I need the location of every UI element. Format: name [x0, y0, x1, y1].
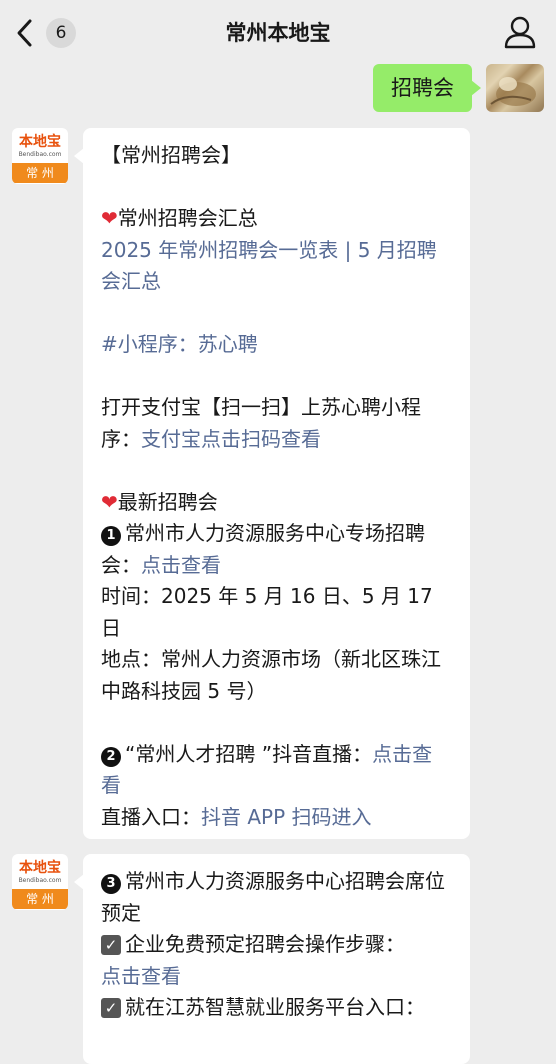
check1-text: 企业免费预定招聘会操作步骤： — [125, 932, 405, 956]
brand-logo-text: 本地宝 — [19, 134, 61, 150]
chat-header: 6 常州本地宝 — [0, 0, 556, 66]
brand-city-label: 常 州 — [12, 163, 68, 183]
message-bubble: 【常州招聘会】 ❤常州招聘会汇总 2025 年常州招聘会一览表 | 5 月招聘会… — [74, 128, 470, 839]
received-message-row: 本地宝 Bendibao.com 常 州 3 常州市人力资源服务中心招聘会席位预定… — [12, 854, 470, 1064]
alipay-link[interactable]: 支付宝点击扫码查看 — [141, 427, 321, 451]
number-two-icon: 2 — [101, 746, 121, 767]
item1-place: 地点：常州人力资源市场（新北区珠江中路科技园 5 号） — [101, 647, 441, 703]
brand-logo-text: 本地宝 — [19, 860, 61, 876]
heart-icon: ❤ — [101, 206, 118, 230]
latest-title: 最新招聘会 — [117, 489, 218, 514]
received-message-row: 本地宝 Bendibao.com 常 州 【常州招聘会】 ❤常州招聘会汇总 20… — [12, 128, 470, 839]
my-avatar[interactable] — [486, 64, 544, 112]
checkbox-icon: ✓ — [101, 998, 121, 1018]
item1-time: 时间：2025 年 5 月 16 日、5 月 17 日 — [101, 584, 433, 640]
message-heading: 【常州招聘会】 — [101, 143, 241, 167]
sent-message-row: 招聘会 — [373, 64, 544, 112]
account-avatar[interactable]: 本地宝 Bendibao.com 常 州 — [12, 128, 68, 184]
check2-text: 就在江苏智慧就业服务平台入口： — [125, 995, 425, 1019]
account-avatar[interactable]: 本地宝 Bendibao.com 常 州 — [12, 854, 68, 910]
brand-logo-subtext: Bendibao.com — [18, 877, 62, 884]
message-bubble: 3 常州市人力资源服务中心招聘会席位预定 ✓ 企业免费预定招聘会操作步骤： 点击查看… — [74, 854, 470, 1064]
item2-entry-link[interactable]: 抖音 APP 扫码进入 — [201, 805, 372, 829]
sent-message-bubble[interactable]: 招聘会 — [373, 64, 481, 112]
brand-city-label: 常 州 — [12, 889, 68, 909]
mini-program-link[interactable]: #小程序：苏心聘 — [101, 332, 258, 356]
item3-text: 常州市人力资源服务中心招聘会席位预定 — [101, 869, 445, 925]
chat-title: 常州本地宝 — [225, 21, 331, 45]
checkbox-icon: ✓ — [101, 935, 121, 955]
item2-text: “常州人才招聘 ”抖音直播： — [125, 741, 373, 766]
item2-entry-label: 直播入口： — [101, 804, 201, 829]
check1-link[interactable]: 点击查看 — [101, 964, 181, 988]
heart-icon: ❤ — [101, 489, 118, 514]
avatar-image-icon — [490, 77, 536, 106]
summary-title: 常州招聘会汇总 — [117, 206, 258, 230]
profile-icon[interactable] — [504, 15, 536, 49]
summary-link[interactable]: 2025 年常州招聘会一览表 | 5 月招聘会汇总 — [101, 238, 437, 294]
brand-logo-subtext: Bendibao.com — [18, 151, 62, 158]
number-three-icon: 3 — [101, 874, 121, 894]
number-one-icon: 1 — [101, 526, 121, 546]
item1-link[interactable]: 点击查看 — [141, 553, 221, 577]
